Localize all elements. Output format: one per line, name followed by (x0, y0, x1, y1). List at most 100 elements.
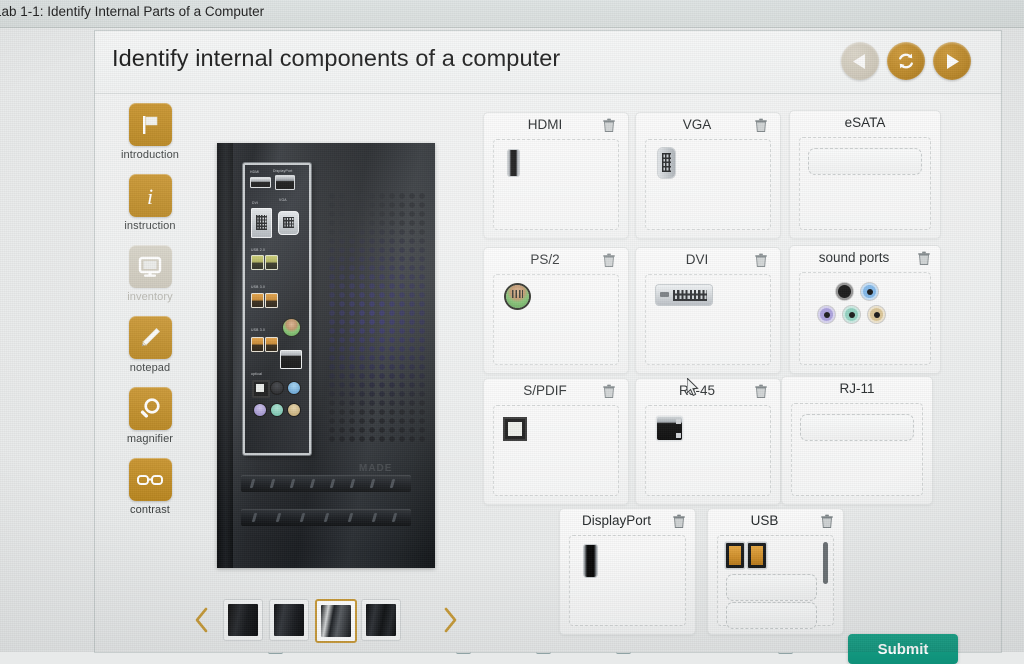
card-scrollbar-thumb[interactable] (823, 542, 828, 584)
drop-zone[interactable] (569, 535, 686, 626)
trash-icon[interactable] (672, 514, 686, 529)
thumbnail-image (274, 604, 304, 636)
sound-jack-purple[interactable] (818, 306, 835, 323)
dvi-connector-icon[interactable] (656, 285, 712, 305)
io-shield-plate: HDMI DisplayPort DVI VGA USB 2.0 USB 3.0… (243, 163, 311, 455)
computer-rear-photo[interactable]: MADE HDMI DisplayPort DVI VGA USB 2.0 US… (217, 143, 435, 568)
sound-jack-tan[interactable] (868, 306, 885, 323)
drop-zone[interactable] (493, 405, 619, 496)
pencil-icon (128, 316, 172, 359)
refresh-icon (896, 51, 916, 71)
drop-zone[interactable] (799, 272, 931, 365)
lab-content-panel: Identify internal components of a comput… (95, 31, 1001, 652)
usb-connector-icon-1[interactable] (726, 543, 744, 568)
sound-jack-blue[interactable] (861, 283, 878, 300)
port-card-sound-ports[interactable]: sound ports (789, 245, 941, 374)
trash-icon[interactable] (754, 118, 768, 133)
trash-icon[interactable] (820, 514, 834, 529)
carousel-thumbnail-1[interactable] (223, 599, 263, 641)
expansion-slot-covers (241, 475, 411, 549)
drop-zone[interactable] (645, 405, 771, 496)
carousel-prev-button[interactable] (191, 605, 213, 639)
drop-zone[interactable] (799, 137, 931, 230)
drop-zone[interactable] (645, 274, 771, 365)
nav-refresh-button[interactable] (887, 42, 925, 80)
port-card-displayport[interactable]: DisplayPort (559, 508, 696, 635)
port-card-rj11[interactable]: RJ-11 (781, 376, 933, 505)
hdmi-connector-icon[interactable] (508, 150, 519, 176)
trash-icon[interactable] (602, 253, 616, 268)
empty-drop-slot[interactable] (726, 574, 817, 601)
photo-audio-jack-purple (253, 403, 267, 417)
window-title-bar: Lab 1-1: Identify Internal Parts of a Co… (0, 0, 1024, 28)
sound-jack-green[interactable] (843, 306, 860, 323)
drop-zone[interactable] (493, 274, 619, 365)
port-card-ps2[interactable]: PS/2 (483, 247, 629, 374)
photo-usb2-port-2 (265, 255, 278, 270)
rj45-connector-icon[interactable] (657, 417, 682, 440)
sidebar-label: introduction (120, 149, 180, 161)
empty-drop-slot[interactable] (726, 602, 817, 629)
sidebar-item-notepad[interactable]: notepad (109, 316, 191, 374)
port-card-spdif[interactable]: S/PDIF (483, 378, 629, 505)
card-title: RJ-11 (839, 381, 875, 396)
carousel-thumbnail-3-selected[interactable] (315, 599, 357, 643)
port-card-rj45[interactable]: RJ-45 (635, 378, 781, 505)
sidebar-item-magnifier[interactable]: magnifier (109, 387, 191, 445)
sidebar-label: magnifier (126, 433, 174, 445)
photo-audio-jack-tan (287, 403, 301, 417)
port-card-dvi[interactable]: DVI (635, 247, 781, 374)
drop-zone[interactable] (791, 403, 923, 496)
photo-usb2-port-1 (251, 255, 264, 270)
expansion-slot (241, 509, 411, 526)
trash-icon[interactable] (602, 118, 616, 133)
panel-header: Identify internal components of a comput… (95, 31, 1001, 94)
sidebar-item-instruction[interactable]: i instruction (109, 174, 191, 232)
photo-usb3-port-1 (251, 293, 264, 308)
spdif-connector-icon[interactable] (505, 419, 525, 439)
photo-audio-jack-blue (287, 381, 301, 395)
dvi-blade (660, 292, 669, 297)
photo-audio-jack-green (270, 403, 284, 417)
photo-spdif-port (252, 380, 270, 398)
info-icon: i (128, 174, 172, 217)
vga-connector-icon[interactable] (658, 148, 675, 178)
drop-zone[interactable] (645, 139, 771, 230)
carousel-thumbnail-4[interactable] (361, 599, 401, 641)
displayport-connector-icon[interactable] (584, 545, 597, 577)
port-card-hdmi[interactable]: HDMI (483, 112, 629, 239)
sidebar-item-introduction[interactable]: introduction (109, 103, 191, 161)
nav-forward-button[interactable] (933, 42, 971, 80)
sidebar-item-inventory[interactable]: inventory (109, 245, 191, 303)
monitor-icon (128, 245, 172, 288)
photo-usb3-port-3 (251, 337, 264, 352)
port-card-vga[interactable]: VGA (635, 112, 781, 239)
photo-displayport-port (275, 175, 295, 190)
sound-jack-row-bottom (818, 306, 885, 323)
image-carousel (195, 599, 457, 645)
carousel-next-button[interactable] (439, 605, 461, 639)
trash-icon[interactable] (754, 384, 768, 399)
window-title: Lab 1-1: Identify Internal Parts of a Co… (0, 4, 265, 19)
chevron-left-icon (194, 607, 210, 638)
empty-drop-slot[interactable] (800, 414, 914, 441)
drop-zone[interactable] (493, 139, 619, 230)
triangle-left-icon (852, 53, 868, 70)
flag-icon (128, 103, 172, 146)
nav-back-button[interactable] (841, 42, 879, 80)
empty-drop-slot[interactable] (808, 148, 922, 175)
magnifier-icon (128, 387, 172, 430)
trash-icon[interactable] (602, 384, 616, 399)
trash-icon[interactable] (917, 251, 931, 266)
port-card-esata[interactable]: eSATA (789, 110, 941, 239)
sidebar-item-contrast[interactable]: contrast (109, 458, 191, 516)
submit-button[interactable]: Submit (848, 634, 958, 664)
dvi-pins (673, 290, 707, 301)
carousel-thumbnail-2[interactable] (269, 599, 309, 641)
sound-jack-black[interactable] (836, 283, 853, 300)
drop-zone[interactable] (717, 535, 834, 629)
trash-icon[interactable] (754, 253, 768, 268)
ps2-connector-icon[interactable] (506, 285, 529, 308)
port-card-usb[interactable]: USB (707, 508, 844, 635)
usb-connector-icon-2[interactable] (748, 543, 766, 568)
